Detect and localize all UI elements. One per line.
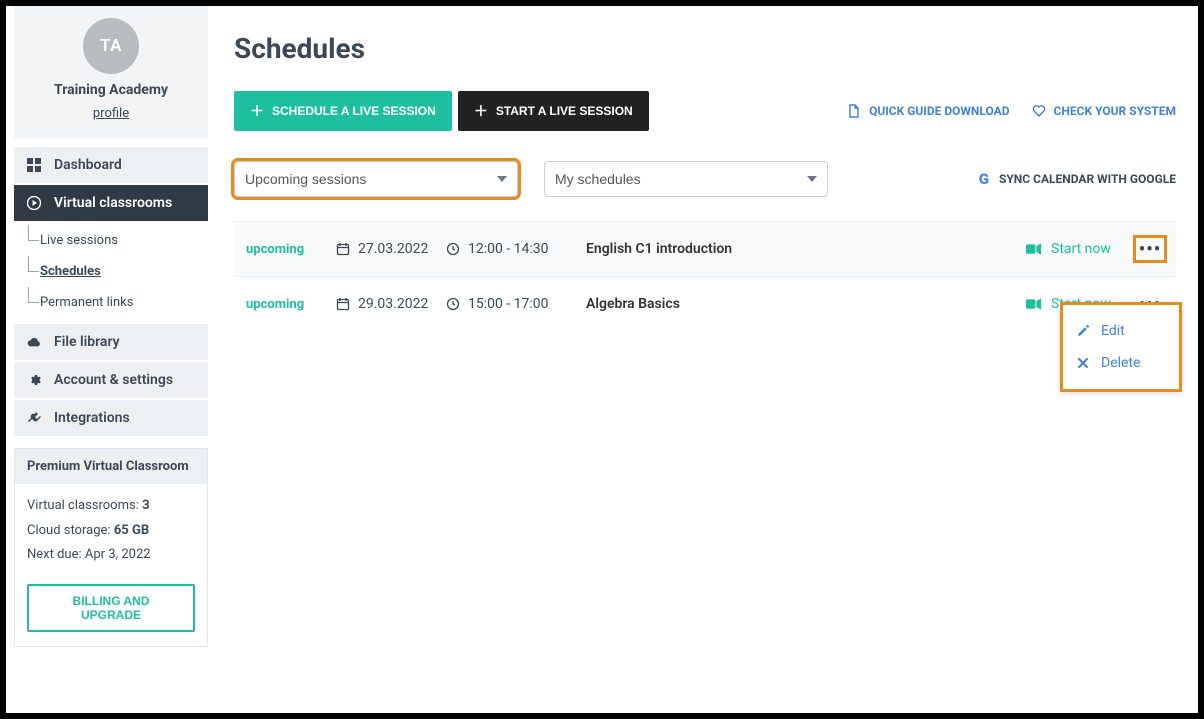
cloud-icon xyxy=(26,334,42,350)
plan-due-label: Next due: xyxy=(27,547,85,562)
subnav-live-sessions[interactable]: Live sessions xyxy=(14,225,208,256)
edit-action[interactable]: Edit xyxy=(1071,315,1171,347)
button-label: SCHEDULE A LIVE SESSION xyxy=(272,104,436,118)
quick-guide-link[interactable]: QUICK GUIDE DOWNLOAD xyxy=(847,104,1009,118)
status-tag: upcoming xyxy=(246,242,336,257)
action-label: Start now xyxy=(1051,241,1111,257)
nav-label: Integrations xyxy=(54,410,130,426)
time-text: 15:00 - 17:00 xyxy=(468,296,549,312)
check-system-link[interactable]: CHECK YOUR SYSTEM xyxy=(1032,104,1176,118)
nav-label: Dashboard xyxy=(54,157,122,173)
filter-sessions-select[interactable]: Upcoming sessions xyxy=(234,161,518,197)
page-title: Schedules xyxy=(234,32,1176,65)
start-now-link[interactable]: Start now xyxy=(1026,241,1136,257)
plan-rooms-value: 3 xyxy=(142,498,149,513)
play-circle-icon xyxy=(26,195,42,211)
more-menu-button[interactable]: ••• xyxy=(1136,238,1164,260)
session-title: Algebra Basics xyxy=(586,296,1026,312)
menu-label: Delete xyxy=(1101,355,1140,371)
plan-storage-label: Cloud storage: xyxy=(27,523,114,538)
time-text: 12:00 - 14:30 xyxy=(468,241,549,257)
link-label: QUICK GUIDE DOWNLOAD xyxy=(869,104,1009,118)
calendar-icon xyxy=(336,297,350,311)
sync-google-link[interactable]: G SYNC CALENDAR WITH GOOGLE xyxy=(979,170,1176,188)
nav-label: File library xyxy=(54,334,120,350)
date-cell: 29.03.2022 xyxy=(336,296,446,312)
date-text: 27.03.2022 xyxy=(358,241,428,257)
plug-icon xyxy=(26,410,42,426)
sessions-table: upcoming 27.03.2022 12:00 - 14:30 Englis… xyxy=(234,221,1176,331)
subnav-permanent-links[interactable]: Permanent links xyxy=(14,287,208,318)
menu-label: Edit xyxy=(1101,323,1125,339)
profile-box: TA Training Academy profile xyxy=(14,6,208,139)
nav-dashboard[interactable]: Dashboard xyxy=(14,147,208,183)
billing-button[interactable]: BILLING AND UPGRADE xyxy=(27,584,195,632)
nav-account-settings[interactable]: Account & settings xyxy=(14,362,208,398)
avatar: TA xyxy=(83,18,139,74)
subnav-schedules[interactable]: Schedules xyxy=(14,256,208,287)
delete-action[interactable]: Delete xyxy=(1071,347,1171,379)
nav-file-library[interactable]: File library xyxy=(14,324,208,360)
schedule-session-button[interactable]: ＋ SCHEDULE A LIVE SESSION xyxy=(234,91,452,131)
date-cell: 27.03.2022 xyxy=(336,241,446,257)
main-area: Schedules ＋ SCHEDULE A LIVE SESSION ＋ ST… xyxy=(216,6,1198,713)
start-session-button[interactable]: ＋ START A LIVE SESSION xyxy=(458,91,649,131)
link-label: SYNC CALENDAR WITH GOOGLE xyxy=(999,172,1176,186)
nav-integrations[interactable]: Integrations xyxy=(14,400,208,436)
sidebar: TA Training Academy profile Dashboard Vi… xyxy=(6,6,216,713)
gear-icon xyxy=(26,372,42,388)
plan-storage-value: 65 GB xyxy=(114,523,149,538)
clock-icon xyxy=(446,297,460,311)
nav-label: Virtual classrooms xyxy=(54,195,172,211)
calendar-icon xyxy=(336,242,350,256)
clock-icon xyxy=(446,242,460,256)
filter-schedules-select[interactable]: My schedules xyxy=(544,161,828,197)
status-tag: upcoming xyxy=(246,297,336,312)
file-icon xyxy=(847,104,861,118)
close-icon xyxy=(1077,357,1089,369)
plus-icon: ＋ xyxy=(474,101,488,121)
time-cell: 15:00 - 17:00 xyxy=(446,296,586,312)
plus-icon: ＋ xyxy=(250,101,264,121)
nav-virtual-classrooms[interactable]: Virtual classrooms xyxy=(14,185,208,221)
grid-icon xyxy=(26,157,42,173)
plan-box: Premium Virtual Classroom Virtual classr… xyxy=(14,448,208,647)
plan-body: Virtual classrooms: 3 Cloud storage: 65 … xyxy=(15,484,207,578)
session-row: upcoming 27.03.2022 12:00 - 14:30 Englis… xyxy=(234,221,1176,276)
nav-label: Account & settings xyxy=(54,372,173,388)
heartbeat-icon xyxy=(1032,104,1046,118)
filter-bar: Upcoming sessions My schedules G SYNC CA… xyxy=(234,161,1176,197)
org-name: Training Academy xyxy=(14,82,208,98)
session-row: upcoming 29.03.2022 15:00 - 17:00 Algebr… xyxy=(234,276,1176,331)
plan-title: Premium Virtual Classroom xyxy=(15,449,207,484)
video-icon xyxy=(1026,298,1041,310)
pencil-icon xyxy=(1077,325,1089,337)
plan-due-value: Apr 3, 2022 xyxy=(85,547,151,562)
link-label: CHECK YOUR SYSTEM xyxy=(1054,104,1176,118)
button-label: START A LIVE SESSION xyxy=(496,104,633,118)
google-icon: G xyxy=(979,170,989,188)
date-text: 29.03.2022 xyxy=(358,296,428,312)
time-cell: 12:00 - 14:30 xyxy=(446,241,586,257)
video-icon xyxy=(1026,243,1041,255)
toolbar: ＋ SCHEDULE A LIVE SESSION ＋ START A LIVE… xyxy=(234,91,1176,131)
main-nav: Dashboard Virtual classrooms Live sessio… xyxy=(14,147,208,436)
plan-rooms-label: Virtual classrooms: xyxy=(27,498,142,513)
row-actions-popover: Edit Delete xyxy=(1060,302,1182,392)
profile-link[interactable]: profile xyxy=(93,106,129,121)
subnav: Live sessions Schedules Permanent links xyxy=(14,225,208,318)
session-title: English C1 introduction xyxy=(586,241,1026,257)
